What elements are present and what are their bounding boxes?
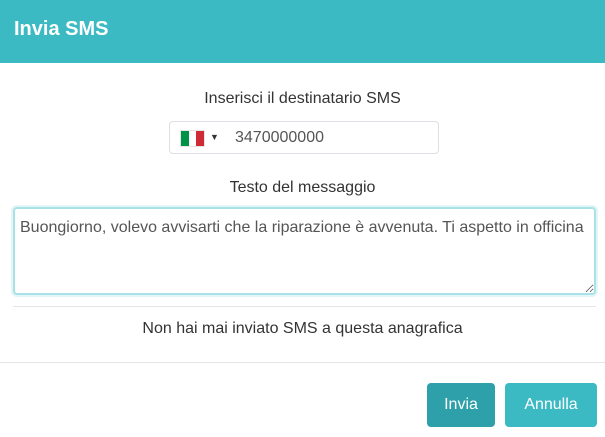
italy-flag-icon [180, 130, 205, 147]
divider [13, 306, 596, 307]
sms-history-note: Non hai mai inviato SMS a questa anagraf… [142, 320, 463, 337]
sms-dialog: Invia SMS Inserisci il destinatario SMS … [0, 0, 605, 437]
footer-divider [0, 362, 605, 363]
phone-input-group: ▼ [169, 121, 439, 154]
caret-down-icon: ▼ [210, 132, 219, 142]
dialog-title: Invia SMS [14, 18, 109, 40]
dialog-header: Invia SMS [0, 0, 605, 63]
phone-number-input[interactable] [227, 122, 432, 153]
recipient-label: Inserisci il destinatario SMS [204, 90, 401, 107]
country-selector[interactable]: ▼ [170, 122, 222, 153]
send-button[interactable]: Invia [427, 383, 495, 427]
cancel-button[interactable]: Annulla [505, 383, 597, 427]
message-label: Testo del messaggio [229, 179, 376, 196]
message-textarea[interactable]: Buongiorno, volevo avvisarti che la ripa… [13, 207, 596, 295]
